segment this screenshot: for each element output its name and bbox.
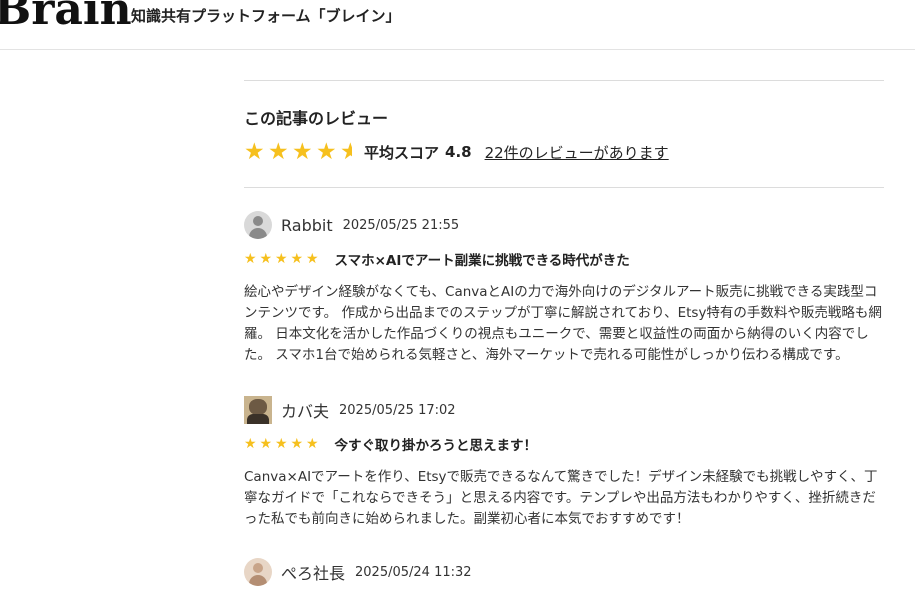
review-body: 絵心やデザイン経験がなくても、CanvaとAIの力で海外向けのデジタルアート販売… bbox=[244, 284, 882, 363]
site-header: Brain 知識共有プラットフォーム「ブレイン」 bbox=[0, 0, 915, 50]
star-icon: ★ bbox=[275, 251, 288, 267]
review-rating-stars: ★ ★ ★ ★ ★ bbox=[244, 250, 322, 268]
review-body: Canva×AIでアートを作り、Etsyで販売できるなんて驚きでした！デザイン未… bbox=[244, 469, 878, 527]
review-rating-stars: ★ ★ ★ ★ ★ bbox=[244, 435, 322, 453]
star-icon: ★ bbox=[306, 251, 319, 267]
star-icon: ★ bbox=[275, 436, 288, 452]
review-section: この記事のレビュー ★ ★ ★ ★ ★ 平均スコア 4.8 22件のレビューがあ… bbox=[244, 80, 884, 586]
brain-logo[interactable]: Brain bbox=[0, 0, 132, 34]
reviewer-name[interactable]: カバ夫 bbox=[281, 398, 329, 422]
review-date: 2025/05/25 21:55 bbox=[342, 217, 460, 233]
user-default-icon[interactable] bbox=[244, 211, 272, 239]
review-title: スマホ×AIでアート副業に挑戦できる時代がきた bbox=[334, 253, 630, 269]
reviewer-name[interactable]: ぺろ社長 bbox=[281, 560, 345, 584]
reviewer-name[interactable]: Rabbit bbox=[281, 216, 333, 235]
review-item: カバ夫 2025/05/25 17:02 ★ ★ ★ ★ ★ 今すぐ取り掛かろう… bbox=[244, 396, 884, 530]
average-rating-stars: ★ ★ ★ ★ ★ bbox=[244, 139, 352, 165]
review-count-link[interactable]: 22件のレビューがあります bbox=[485, 142, 669, 163]
summary-divider bbox=[244, 187, 884, 188]
star-icon: ★ bbox=[244, 251, 257, 267]
hippo-avatar[interactable] bbox=[244, 396, 272, 424]
star-icon: ★ bbox=[292, 139, 313, 165]
review-title-row: ★ ★ ★ ★ ★ スマホ×AIでアート副業に挑戦できる時代がきた bbox=[244, 249, 884, 269]
star-icon: ★ bbox=[290, 251, 304, 267]
star-icon: ★ bbox=[244, 139, 265, 165]
half-star-icon: ★ bbox=[340, 139, 352, 165]
star-icon: ★ bbox=[306, 436, 319, 452]
review-meta: ぺろ社長 2025/05/24 11:32 bbox=[244, 558, 884, 586]
review-item: Rabbit 2025/05/25 21:55 ★ ★ ★ ★ ★ スマホ×AI… bbox=[244, 211, 884, 366]
review-title-row: ★ ★ ★ ★ ★ 今すぐ取り掛かろうと思えます！ bbox=[244, 434, 884, 454]
average-score-value: 4.8 bbox=[445, 143, 472, 161]
review-date: 2025/05/24 11:32 bbox=[355, 564, 472, 580]
star-icon: ★ bbox=[268, 139, 289, 165]
star-icon: ★ bbox=[290, 436, 304, 452]
average-score-label: 平均スコア bbox=[364, 143, 440, 162]
top-divider bbox=[244, 80, 884, 81]
star-icon: ★ bbox=[316, 139, 337, 165]
star-icon: ★ bbox=[259, 436, 273, 452]
review-heading: この記事のレビュー bbox=[244, 109, 389, 128]
rating-summary: ★ ★ ★ ★ ★ 平均スコア 4.8 22件のレビューがあります bbox=[244, 139, 884, 165]
person-avatar[interactable] bbox=[244, 558, 272, 586]
star-icon: ★ bbox=[244, 436, 257, 452]
review-date: 2025/05/25 17:02 bbox=[339, 402, 456, 418]
review-title: 今すぐ取り掛かろうと思えます！ bbox=[334, 438, 538, 454]
site-tagline: 知識共有プラットフォーム「ブレイン」 bbox=[131, 7, 401, 25]
review-meta: Rabbit 2025/05/25 21:55 bbox=[244, 211, 884, 239]
review-item: ぺろ社長 2025/05/24 11:32 bbox=[244, 558, 884, 586]
star-icon: ★ bbox=[259, 251, 273, 267]
review-meta: カバ夫 2025/05/25 17:02 bbox=[244, 396, 884, 424]
